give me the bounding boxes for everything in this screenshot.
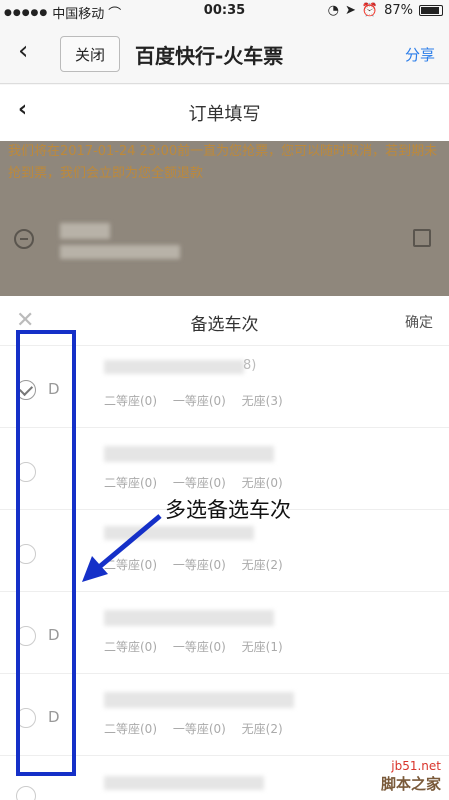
watermark-site: jb51.net (391, 759, 441, 773)
annotation-text: 多选备选车次 (165, 498, 291, 522)
watermark: jb51.net 脚本之家 (381, 759, 441, 794)
annotation-arrow-icon (82, 514, 162, 582)
watermark-name: 脚本之家 (380, 775, 441, 793)
